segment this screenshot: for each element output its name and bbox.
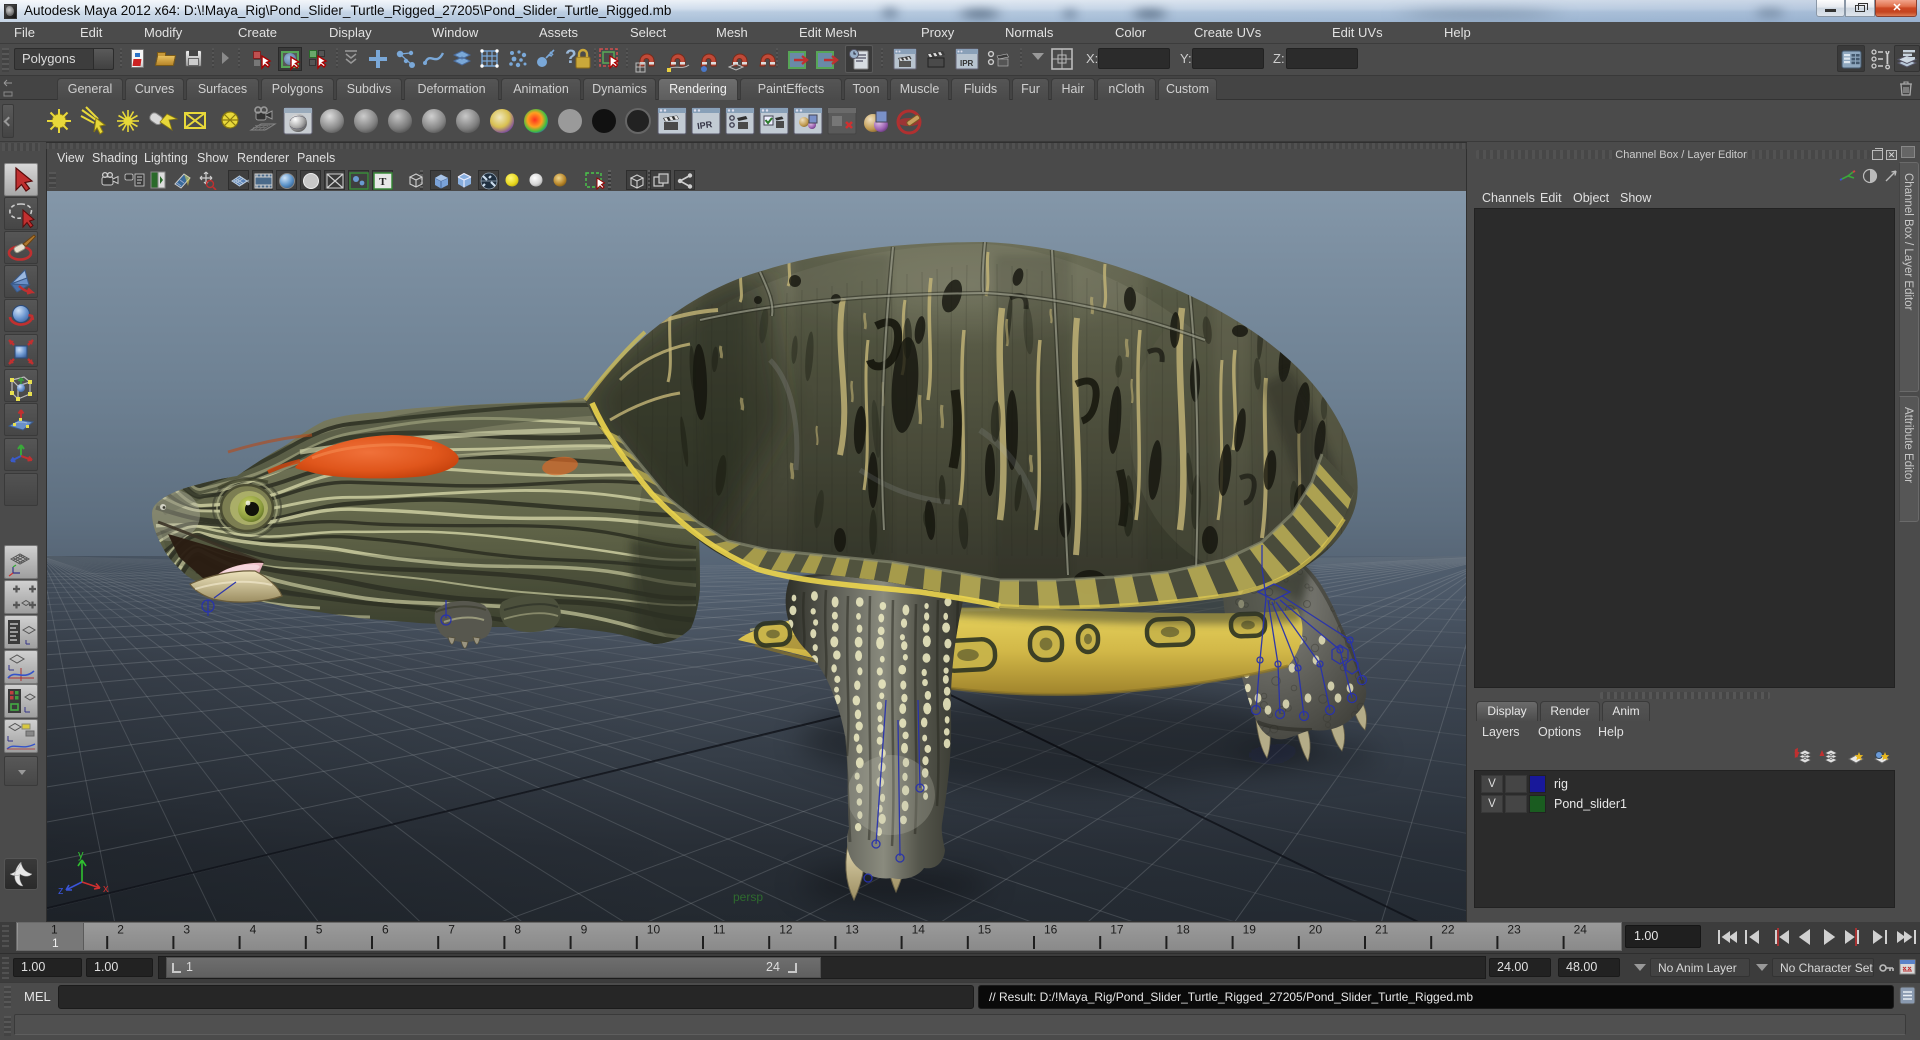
svg-text:20: 20	[1309, 923, 1323, 937]
svg-text:7: 7	[448, 923, 455, 937]
svg-text:21: 21	[1375, 923, 1389, 937]
svg-text:4: 4	[250, 923, 257, 937]
svg-text:Attribute Editor: Attribute Editor	[1902, 407, 1914, 483]
svg-text:10: 10	[647, 923, 661, 937]
svg-text:IPR: IPR	[697, 119, 714, 131]
svg-text:13: 13	[845, 923, 859, 937]
svg-text:22: 22	[1441, 923, 1455, 937]
svg-text:9: 9	[581, 923, 588, 937]
svg-text:11: 11	[713, 923, 726, 937]
svg-text:y: y	[78, 849, 84, 861]
svg-text:x: x	[103, 883, 109, 895]
svg-text:Channel Box / Layer Editor: Channel Box / Layer Editor	[1902, 173, 1914, 311]
svg-text:T: T	[379, 176, 387, 188]
svg-text:z: z	[58, 885, 64, 897]
svg-text:5: 5	[316, 923, 323, 937]
svg-text:IPR: IPR	[960, 59, 974, 68]
svg-text:24: 24	[1574, 923, 1588, 937]
svg-text:16: 16	[1044, 923, 1058, 937]
svg-text:17: 17	[1110, 923, 1124, 937]
svg-text:14: 14	[912, 923, 926, 937]
svg-text:1: 1	[51, 923, 58, 937]
svg-text:6: 6	[382, 923, 389, 937]
svg-text:15: 15	[978, 923, 992, 937]
svg-text:3: 3	[183, 923, 190, 937]
svg-text:12: 12	[779, 923, 793, 937]
svg-text:23: 23	[1507, 923, 1521, 937]
svg-text:19: 19	[1243, 923, 1257, 937]
svg-text:2: 2	[117, 923, 124, 937]
svg-text:8: 8	[514, 923, 521, 937]
svg-text:18: 18	[1176, 923, 1190, 937]
